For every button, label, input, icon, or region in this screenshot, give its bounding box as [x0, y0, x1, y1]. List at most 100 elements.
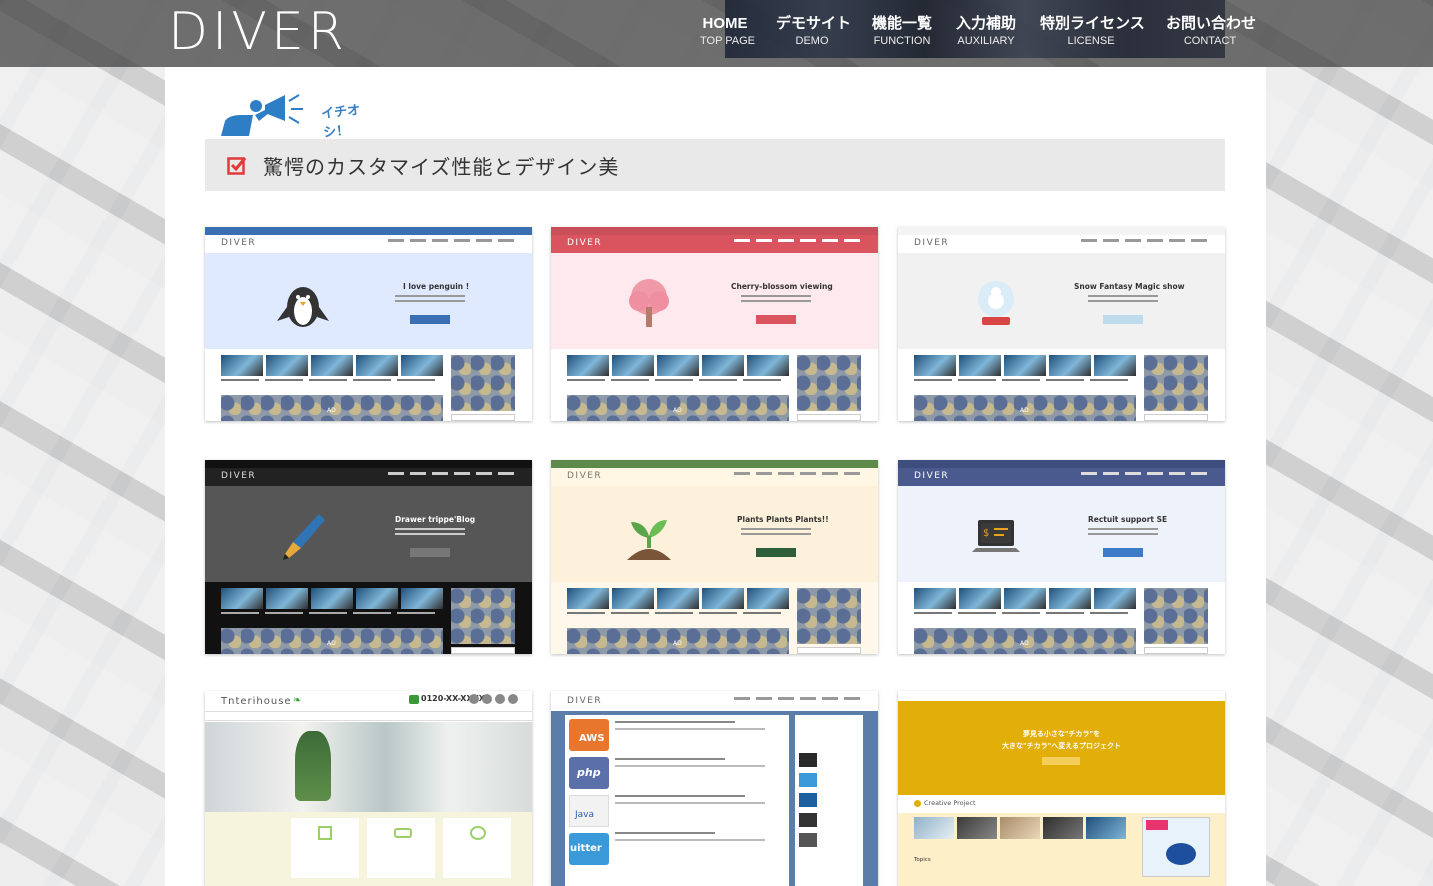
phone-icon	[409, 695, 419, 704]
card-ad-side	[451, 355, 515, 411]
card-thumbs	[221, 355, 443, 376]
demo-card-interior[interactable]: Tnterihouse ❧ 0120-XX-XXXX	[205, 691, 532, 886]
card-nav	[734, 472, 860, 475]
sidebar-thumb	[799, 833, 817, 847]
demo-card-cherry[interactable]: DIVER Cherry-blossom viewing AD	[551, 227, 878, 421]
card-hero-text	[1088, 295, 1158, 305]
card-hero-button	[1103, 548, 1143, 557]
sidebar-thumb	[799, 773, 817, 787]
card-topbar	[205, 460, 532, 468]
card-hero-title: Snow Fantasy Magic show	[1074, 282, 1185, 291]
section-title-text: 驚愕のカスタマイズ性能とデザイン美	[263, 154, 620, 179]
ad-banner-tag	[1146, 820, 1168, 830]
card-search	[451, 414, 515, 421]
card-thumb-text	[914, 612, 1128, 614]
java-label: Java	[575, 810, 595, 820]
card-ad-label: AD	[673, 407, 682, 414]
nav-auxiliary-label: 入力補助	[955, 15, 1016, 32]
card-hero-title: Drawer trippe'Blog	[395, 515, 476, 524]
nav-contact-label: お問い合わせ	[1166, 15, 1257, 32]
hero-heading-line2: 大きな"チカラ"へ変えるプロジェクト	[1001, 742, 1122, 750]
project-title: Creative Project	[924, 799, 976, 807]
interior-photo	[205, 722, 532, 812]
card-topbar	[898, 227, 1225, 235]
pickup-banner: イチオシ！	[219, 91, 379, 141]
card-ad-side	[1144, 588, 1208, 644]
card-topbar	[898, 460, 1225, 468]
card-search	[797, 414, 861, 421]
card-menu-bar	[205, 711, 532, 721]
demo-card-penguin[interactable]: DIVER I love penguin ! AD	[205, 227, 532, 421]
card-hero-title: I love penguin !	[403, 282, 470, 291]
sidebar-thumb	[799, 793, 817, 807]
nav-demo-label: デモサイト	[776, 15, 852, 32]
nav-home[interactable]: HOME TOP PAGE	[700, 14, 755, 48]
nav-auxiliary-sub: AUXILIARY	[957, 35, 1015, 47]
card-ad-side	[797, 588, 861, 644]
demo-card-snow[interactable]: DIVER Snow Fantasy Magic show AD	[898, 227, 1225, 421]
demo-card-tech[interactable]: DIVER AWS php Java uitter	[551, 691, 878, 886]
card-logo: Tnterihouse	[221, 696, 292, 707]
card-hero-button	[1103, 315, 1143, 324]
cherry-tree-icon	[629, 279, 669, 327]
card-hero	[205, 486, 532, 582]
card-topbar	[551, 227, 878, 235]
card-hero-text	[395, 528, 465, 538]
card-logo: DIVER	[221, 471, 257, 481]
demo-card-recruit[interactable]: DIVER $ Rectuit support SE AD	[898, 460, 1225, 654]
pickup-label: イチオシ！	[320, 102, 361, 141]
nav-contact-sub: CONTACT	[1183, 35, 1237, 47]
card-topbar	[205, 227, 532, 235]
laptop-icon: $	[972, 520, 1020, 552]
sidebar-thumb	[799, 753, 817, 767]
card-hero-button	[756, 315, 796, 324]
card-thumb-text	[221, 612, 435, 614]
card-hero-button	[410, 315, 450, 324]
leaf-icon: ❧	[293, 695, 302, 706]
nav-auxiliary[interactable]: 入力補助 AUXILIARY	[954, 14, 1018, 48]
demo-card-drawer[interactable]: DIVER Drawer trippe'Blog AD	[205, 460, 532, 654]
card-navbar	[898, 691, 1225, 701]
card-hero	[551, 486, 878, 582]
snow-globe-icon	[978, 281, 1014, 325]
card-thumb-text	[221, 379, 435, 381]
card-hero	[205, 253, 532, 349]
cream-jar-icon	[1166, 843, 1196, 865]
site-header: DIVER HOME TOP PAGE デモサイト DEMO 機能一覧 FUNC…	[0, 0, 1433, 67]
card-logo: DIVER	[914, 238, 950, 248]
card-thumbs	[914, 355, 1136, 376]
nav-demo[interactable]: デモサイト DEMO	[776, 14, 852, 48]
nav-license[interactable]: 特別ライセンス LICENSE	[1040, 14, 1145, 48]
card-search	[797, 647, 861, 654]
card-hero-button	[410, 548, 450, 557]
card-hero-button	[756, 548, 796, 557]
aws-label: AWS	[579, 733, 605, 744]
nav-license-sub: LICENSE	[1067, 35, 1115, 47]
card-thumbs	[567, 355, 789, 376]
site-logo[interactable]: DIVER	[168, 2, 348, 62]
card-hero-title: Cherry-blossom viewing	[731, 282, 833, 291]
demo-card-plants[interactable]: DIVER Plants Plants Plants!! AD	[551, 460, 878, 654]
card-nav	[388, 239, 514, 242]
card-nav	[1081, 239, 1207, 242]
penguin-icon	[277, 287, 329, 327]
card-ad-label: AD	[327, 640, 336, 647]
nav-function[interactable]: 機能一覧 FUNCTION	[870, 14, 934, 48]
hero-heading-line1: 夢見る小さな"チカラ"を	[1022, 730, 1101, 738]
nav-contact[interactable]: お問い合わせ CONTACT	[1166, 14, 1257, 48]
article-lines	[615, 721, 775, 841]
card-thumbs	[567, 588, 789, 609]
card-hero-button	[1042, 757, 1080, 765]
card-ad-side	[1144, 355, 1208, 411]
card-nav	[388, 472, 514, 475]
card-search	[1144, 414, 1208, 421]
nav-function-label: 機能一覧	[871, 15, 932, 32]
topics-label: Topics	[914, 857, 931, 863]
demo-card-creative[interactable]: 夢見る小さな"チカラ"を 大きな"チカラ"へ変えるプロジェクト Creative…	[898, 691, 1225, 886]
card-ad-label: AD	[327, 407, 336, 414]
card-thumb-text	[914, 379, 1128, 381]
social-icons	[469, 694, 518, 704]
nav-home-label: HOME	[702, 15, 748, 32]
card-logo: DIVER	[567, 471, 603, 481]
svg-text:$: $	[983, 528, 989, 539]
